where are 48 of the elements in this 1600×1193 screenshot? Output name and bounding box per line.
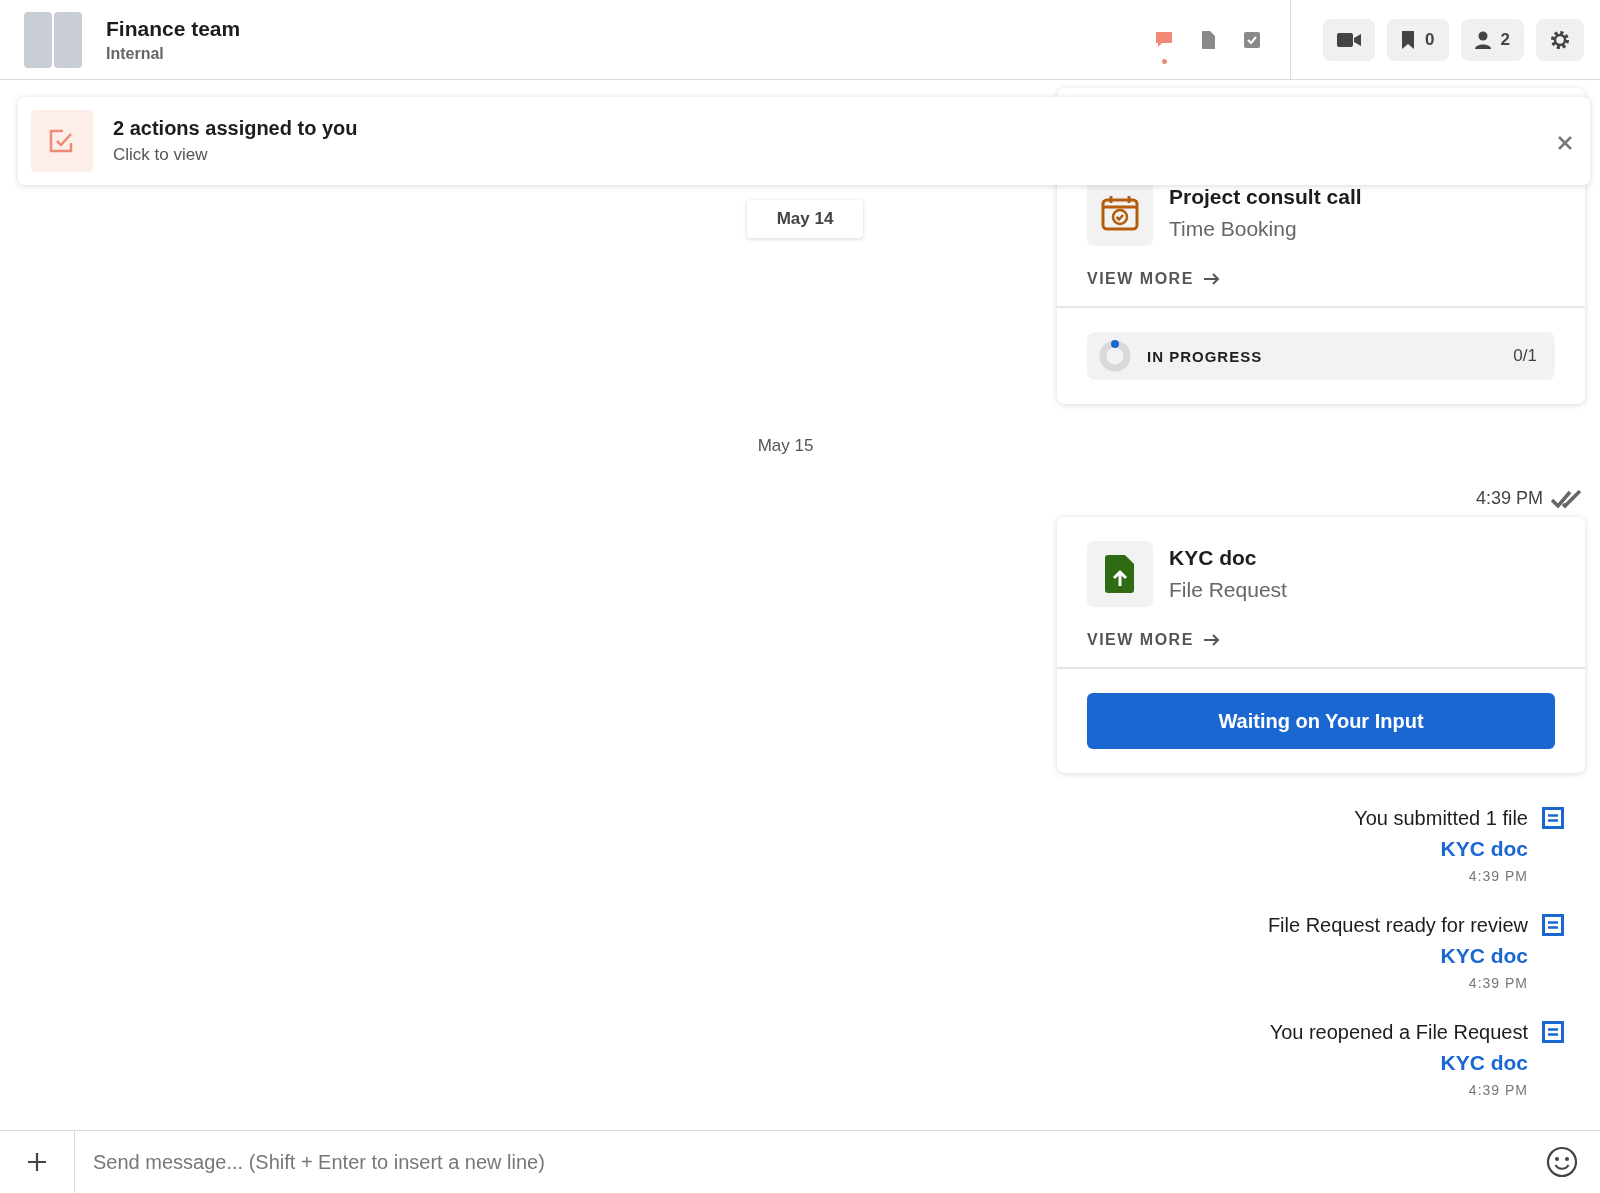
settings-icon — [1550, 29, 1570, 50]
video-camera-icon — [1337, 31, 1362, 48]
file-upload-icon — [1105, 555, 1135, 593]
plus-icon — [28, 1153, 46, 1171]
date-separator: May 15 — [757, 436, 814, 456]
checkbox-icon — [1242, 29, 1263, 50]
bookmarks-button[interactable]: 0 — [1387, 18, 1449, 61]
file-link[interactable]: KYC doc — [1440, 944, 1528, 968]
chat-subtitle: Internal — [106, 44, 165, 63]
card-title: Project consult call — [1169, 185, 1362, 209]
settings-button[interactable] — [1536, 18, 1584, 61]
date-chip: May 14 — [747, 200, 863, 238]
card-title: KYC doc — [1169, 546, 1258, 570]
activity-time: 4:39 PM — [1468, 1082, 1528, 1098]
close-icon — [1558, 135, 1572, 150]
activity-text: You submitted 1 file — [1354, 807, 1528, 830]
chat-bubble-icon — [1154, 29, 1175, 50]
waiting-input-button[interactable]: Waiting on Your Input — [1087, 693, 1555, 749]
card-subtitle: File Request — [1169, 578, 1287, 602]
message-time: 4:39 PM — [1475, 488, 1543, 509]
activity-time: 4:39 PM — [1468, 975, 1528, 991]
file-link[interactable]: KYC doc — [1440, 1051, 1528, 1075]
task-check-icon — [49, 129, 75, 153]
emoji-icon[interactable] — [1546, 1146, 1578, 1178]
view-more-link[interactable]: VIEW MORE — [1087, 631, 1220, 649]
form-icon — [1542, 914, 1564, 936]
person-icon — [1474, 30, 1491, 49]
notice-title: 2 actions assigned to you — [113, 117, 359, 140]
avatar-photo-placeholder — [24, 11, 82, 68]
activity-text: You reopened a File Request — [1269, 1021, 1528, 1044]
activity-text: File Request ready for review — [1267, 914, 1528, 937]
notice-subtitle: Click to view — [113, 145, 209, 165]
form-icon — [1542, 1021, 1564, 1043]
bookmark-icon — [1401, 30, 1416, 49]
status-label: IN PROGRESS — [1147, 347, 1264, 365]
file-link[interactable]: KYC doc — [1440, 837, 1528, 861]
activity-time: 4:39 PM — [1468, 868, 1528, 884]
calendar-icon — [1101, 195, 1139, 231]
action-notice-banner[interactable]: 2 actions assigned to you Click to view — [18, 97, 1590, 185]
form-icon — [1542, 807, 1564, 829]
card-subtitle: Time Booking — [1169, 217, 1298, 241]
progress-count: 0/1 — [1513, 346, 1537, 366]
chat-title: Finance team — [106, 16, 242, 41]
members-button[interactable]: 2 — [1460, 18, 1524, 61]
arrow-right-icon — [1203, 634, 1220, 646]
video-call-button[interactable] — [1323, 18, 1376, 61]
arrow-right-icon — [1203, 273, 1220, 285]
view-more-link[interactable]: VIEW MORE — [1087, 270, 1220, 288]
